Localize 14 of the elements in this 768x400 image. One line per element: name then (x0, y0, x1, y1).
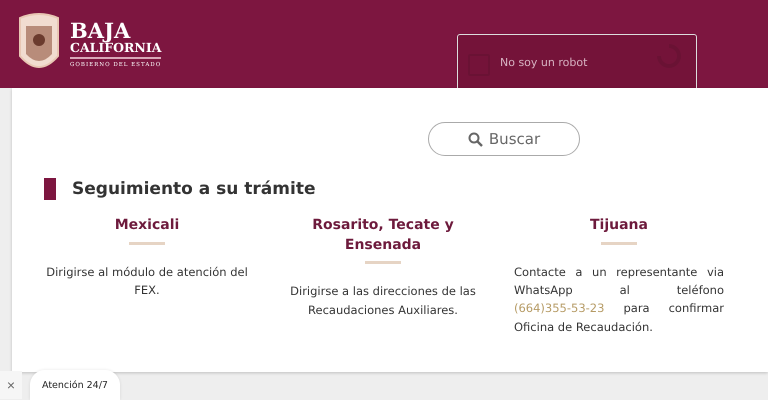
section-title: Seguimiento a su trámite (72, 179, 316, 199)
instruction-text: Contacte a un representante via WhatsApp al teléfono (664)355-53-23 para confirmar Oficina de Recaudación. (514, 264, 724, 336)
city-heading: Tijuana (590, 216, 648, 235)
title-marker (44, 178, 56, 200)
instruction-text: Dirigirse a las direcciones de las Recaudaciones Auxiliares. (289, 283, 477, 319)
chat-button[interactable]: Atención 24/7 (30, 370, 120, 400)
instruction-text: Dirigirse al módulo de atención del FEX. (45, 264, 249, 299)
search-icon (468, 132, 483, 146)
captcha-label: No soy un robot (500, 56, 588, 68)
close-button[interactable]: × (0, 371, 22, 399)
logo-title: BAJA (70, 20, 130, 41)
search-button[interactable]: Buscar (428, 122, 580, 156)
city-heading: Mexicali (114, 216, 180, 235)
city-heading: Rosarito, Tecate y Ensenada (311, 216, 455, 255)
